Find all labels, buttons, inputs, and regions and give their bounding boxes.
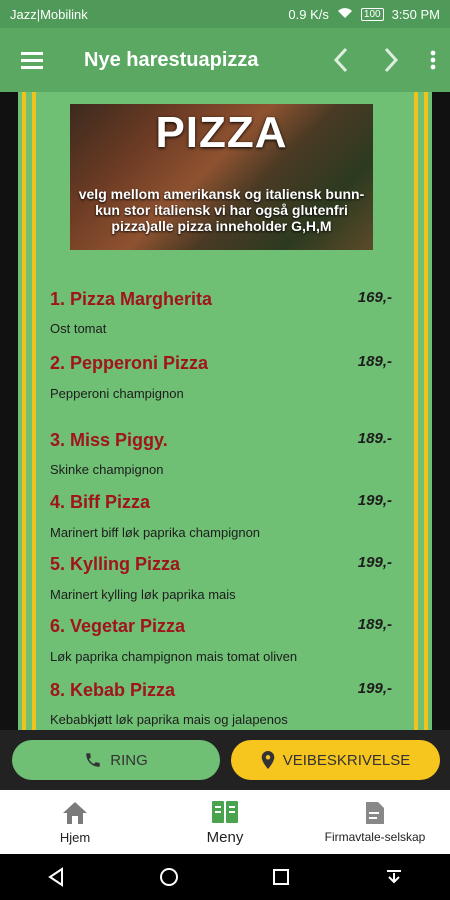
item-description: Marinert biff løk paprika champignon bbox=[50, 525, 261, 540]
item-name: 4. Biff Pizza bbox=[50, 492, 151, 512]
left-stripe-inner bbox=[32, 92, 36, 730]
item-name: 1. Pizza Margherita bbox=[50, 289, 213, 309]
status-bar: Jazz|Mobilink 0.9 K/s 100 3:50 PM bbox=[0, 0, 450, 28]
item-name: 5. Kylling Pizza bbox=[50, 554, 181, 574]
chevron-right-icon bbox=[384, 47, 399, 73]
forward-button[interactable] bbox=[366, 28, 416, 92]
document-icon bbox=[366, 802, 384, 824]
item-price: 189.- bbox=[357, 430, 392, 447]
overflow-menu-button[interactable] bbox=[416, 28, 450, 92]
item-price: 189,- bbox=[357, 616, 392, 633]
right-stripe-inner bbox=[414, 92, 418, 730]
tab-firmavtale[interactable]: Firmavtale-selskap bbox=[310, 790, 440, 854]
action-bar: RING VEIBESKRIVELSE bbox=[0, 730, 450, 790]
system-back-button[interactable] bbox=[36, 857, 76, 897]
item-description: Løk paprika champignon mais tomat oliven bbox=[50, 649, 298, 664]
clock: 3:50 PM bbox=[391, 6, 440, 22]
item-description: Kebabkjøtt løk paprika mais og jalapenos bbox=[50, 712, 288, 727]
chevron-left-icon bbox=[333, 47, 348, 73]
right-stripe bbox=[424, 92, 428, 730]
menu-content[interactable]: PIZZA velg mellom amerikansk og italiens… bbox=[0, 92, 450, 730]
system-notifications-button[interactable] bbox=[374, 857, 414, 897]
banner-description: velg mellom amerikansk og italiensk bunn… bbox=[78, 186, 365, 234]
battery-icon: 100 bbox=[360, 7, 384, 21]
item-price: 189,- bbox=[357, 353, 392, 370]
left-stripe bbox=[22, 92, 26, 730]
tab-label: Firmavtale-selskap bbox=[324, 830, 426, 844]
page-title: Nye harestuapizza bbox=[84, 48, 259, 71]
banner-heading: PIZZA bbox=[155, 108, 288, 157]
hamburger-menu-button[interactable] bbox=[0, 28, 64, 92]
item-price: 199,- bbox=[357, 680, 392, 697]
phone-icon bbox=[86, 753, 100, 767]
directions-button[interactable]: VEIBESKRIVELSE bbox=[231, 740, 440, 780]
tab-label: Hjem bbox=[59, 829, 91, 845]
location-pin-icon bbox=[261, 751, 275, 769]
item-description: Marinert kylling løk paprika mais bbox=[50, 587, 236, 602]
item-description: Skinke champignon bbox=[50, 462, 164, 477]
more-vert-icon bbox=[430, 50, 436, 70]
wifi-icon bbox=[337, 7, 353, 22]
circle-home-icon bbox=[159, 868, 178, 886]
item-description: Pepperoni champignon bbox=[50, 386, 184, 401]
bottom-tab-bar: Hjem Meny Firmavtale-selskap bbox=[0, 790, 450, 854]
ring-button[interactable]: RING bbox=[12, 740, 220, 780]
pizza-banner: PIZZA velg mellom amerikansk og italiens… bbox=[70, 104, 373, 250]
carrier-label: Jazz|Mobilink bbox=[10, 6, 88, 22]
tab-hjem[interactable]: Hjem bbox=[30, 790, 120, 854]
back-button[interactable] bbox=[316, 28, 366, 92]
item-name: 6. Vegetar Pizza bbox=[50, 616, 186, 636]
item-name: 8. Kebab Pizza bbox=[50, 680, 176, 700]
square-recents-icon bbox=[273, 869, 290, 885]
system-home-button[interactable] bbox=[149, 857, 189, 897]
home-icon bbox=[63, 801, 87, 824]
arrow-down-icon bbox=[386, 870, 401, 884]
ring-label: RING bbox=[110, 751, 148, 769]
tab-meny[interactable]: Meny bbox=[180, 790, 270, 854]
menu-book-icon bbox=[212, 800, 238, 823]
tab-label: Meny bbox=[206, 828, 244, 846]
triangle-back-icon bbox=[48, 867, 64, 887]
network-speed: 0.9 K/s bbox=[288, 6, 329, 22]
battery-level: 100 bbox=[363, 8, 381, 20]
app-bar: Nye harestuapizza bbox=[0, 28, 450, 92]
item-description: Ost tomat bbox=[50, 321, 107, 336]
item-price: 199,- bbox=[357, 492, 392, 509]
directions-label: VEIBESKRIVELSE bbox=[282, 751, 411, 769]
hamburger-icon bbox=[21, 52, 43, 69]
system-nav-bar bbox=[0, 854, 450, 900]
item-price: 199,- bbox=[357, 554, 392, 571]
item-name: 2. Pepperoni Pizza bbox=[50, 353, 209, 373]
item-name: 3. Miss Piggy. bbox=[50, 430, 168, 450]
item-price: 169,- bbox=[357, 289, 392, 306]
system-recents-button[interactable] bbox=[261, 857, 301, 897]
